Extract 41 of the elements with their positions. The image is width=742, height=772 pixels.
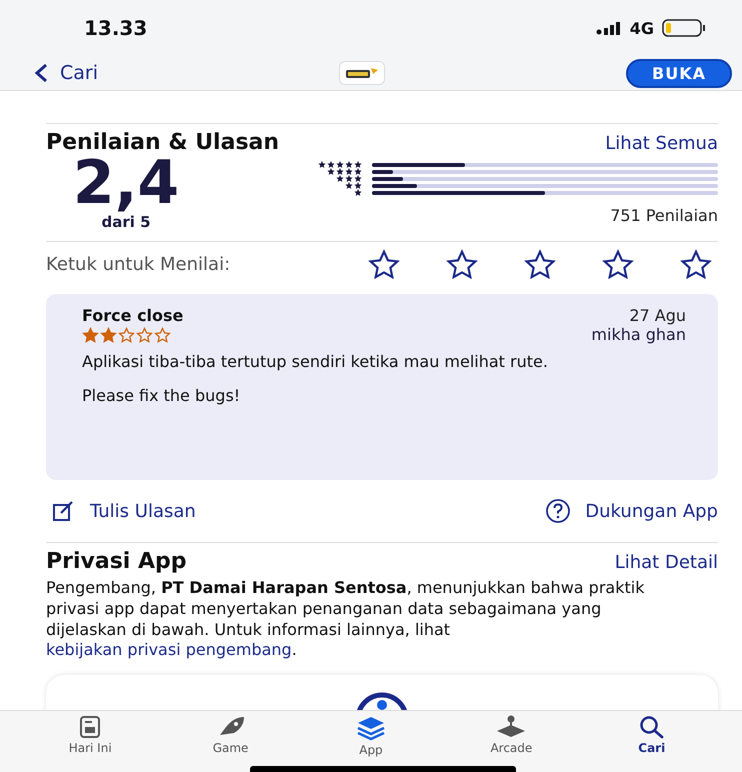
search-icon (638, 715, 665, 739)
section-title: Privasi App (46, 549, 187, 574)
write-review-link[interactable]: Tulis Ulasan (52, 500, 196, 522)
review-date: 27 Agu (628, 306, 686, 325)
signal-icon (596, 21, 622, 35)
tab-bar-item[interactable]: Hari Ini (40, 715, 140, 765)
tab-bar-item[interactable]: Arcade (461, 715, 562, 765)
section-title: Penilaian & Ulasan (46, 130, 280, 155)
privacy-policy-link[interactable]: kebijakan privasi pengembang (46, 640, 292, 660)
network-label: 4G (630, 18, 654, 38)
newspaper-icon (79, 715, 102, 739)
rating-count: 751 Penilaian (610, 206, 718, 225)
open-button[interactable]: BUKA (626, 58, 732, 88)
tap-to-rate-label: Ketuk untuk Menilai: (46, 254, 230, 274)
tab-bar-item[interactable]: Game (180, 715, 281, 765)
help-icon (545, 498, 572, 524)
support-link[interactable]: Dukungan App (545, 498, 718, 524)
review-star-icon (82, 327, 99, 344)
compose-icon (52, 500, 76, 522)
rating-scale: dari 5 (101, 213, 151, 231)
tab-bar-item[interactable]: Cari (602, 715, 702, 765)
layers-icon (356, 715, 386, 741)
review-text: Please fix the bugs! (82, 386, 242, 406)
review-text: Aplikasi tiba-tiba tertutup sendiri ketika mau melihat rute. (82, 352, 549, 372)
back-link[interactable]: Cari (34, 62, 98, 84)
see-detail-link[interactable]: Lihat Detail (614, 552, 718, 573)
joystick-icon (495, 715, 528, 739)
app-logo-icon (339, 61, 386, 85)
review-star-icon (154, 327, 171, 344)
review-star-icon (100, 327, 117, 344)
review-star-icon (136, 327, 153, 344)
back-chevron-icon (34, 63, 48, 83)
battery-icon (662, 19, 706, 37)
status-time: 13.33 (84, 16, 148, 40)
review-star-icon (118, 327, 135, 344)
see-all-link[interactable]: Lihat Semua (605, 133, 718, 154)
average-rating: 2,4 (72, 153, 180, 213)
tab-bar-item[interactable]: App (320, 715, 421, 765)
privacy-description: Pengembang, PT Damai Harapan Sentosa, menunjukkan bahwa praktik privasi app dapat menyertakan penanganan data sebagaimana yang dijelaskan di bawah. Untuk informasi lainnya, lihat kebijakan privasi pengembang. (46, 578, 646, 662)
review-author: mikha ghan (591, 325, 686, 344)
review-title: Force close (82, 306, 184, 325)
